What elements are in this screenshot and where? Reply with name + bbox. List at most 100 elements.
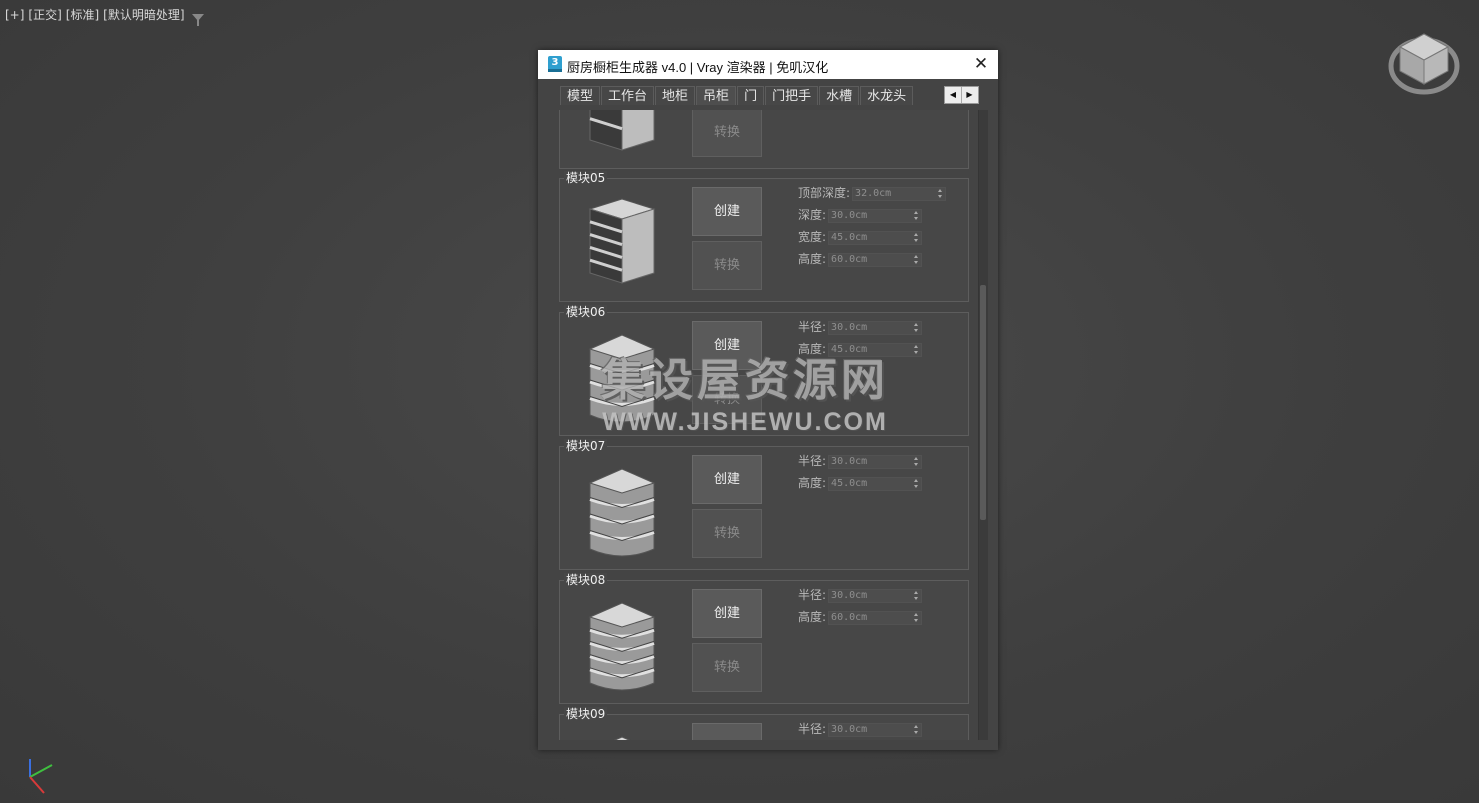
param-row: 半径: 30.0cm <box>798 587 923 609</box>
module-panel: 模块06 创建转换 半径: 30.0cm 高度: 45.0cm <box>559 305 969 436</box>
scrollbar-thumb[interactable] <box>980 285 986 520</box>
filter-icon[interactable] <box>192 14 205 26</box>
param-spinner[interactable]: 45.0cm <box>828 231 923 245</box>
spinner-arrows-icon[interactable] <box>913 456 919 468</box>
cabinet-thumbnail <box>582 195 662 291</box>
param-value[interactable]: 45.0cm <box>831 343 867 357</box>
tab-door-handle[interactable]: 门把手 <box>765 86 819 105</box>
vertical-scrollbar[interactable] <box>978 110 988 740</box>
param-row: 半径: 30.0cm <box>798 453 923 475</box>
tab-worktop[interactable]: 工作台 <box>601 86 655 105</box>
param-value[interactable]: 60.0cm <box>831 253 867 267</box>
module-list[interactable]: 创建转换高度:45.0cm模块05创建转换顶部深度:32.0cm深度:30.0c… <box>552 110 970 740</box>
param-row: 高度: 45.0cm <box>798 475 923 497</box>
create-button[interactable]: 创建 <box>692 455 762 504</box>
spinner-arrows-icon[interactable] <box>913 232 919 244</box>
spinner-arrows-icon[interactable] <box>913 322 919 334</box>
kitchen-cabinet-dialog: 3 厨房橱柜生成器 v4.0 | Vray 渲染器 | 免叽汉化 ✕ 模型 工作台… <box>538 50 998 750</box>
convert-button[interactable]: 转换 <box>692 643 762 692</box>
convert-button[interactable]: 转换 <box>692 110 762 157</box>
convert-button[interactable]: 转换 <box>692 241 762 290</box>
param-value[interactable]: 30.0cm <box>831 723 867 737</box>
param-value[interactable]: 45.0cm <box>831 231 867 245</box>
tab-scroll: ◀ ▶ <box>944 86 979 104</box>
module-panel: 模块05 创建 转换 顶部深度: 32.0cm 深度: 30.0cm 宽度: 45.0cm 高度:… <box>559 171 969 302</box>
tab-faucet[interactable]: 水龙头 <box>860 86 914 105</box>
param-value[interactable]: 30.0cm <box>831 589 867 603</box>
spinner-arrows-icon[interactable] <box>913 724 919 736</box>
spinner-arrows-icon[interactable] <box>913 590 919 602</box>
param-row: 半径: 30.0cm <box>798 721 923 740</box>
spinner-arrows-icon[interactable] <box>913 478 919 490</box>
tab-wall-cabinet[interactable]: 吊柜 <box>696 86 737 105</box>
param-label: 高度: <box>798 610 827 624</box>
param-value[interactable]: 32.0cm <box>855 187 891 201</box>
tab-sink[interactable]: 水槽 <box>819 86 860 105</box>
viewport-menu-plus[interactable]: [+] <box>5 8 24 22</box>
convert-button[interactable]: 转换 <box>692 375 762 424</box>
param-value[interactable]: 30.0cm <box>831 209 867 223</box>
param-label: 高度: <box>798 342 827 356</box>
dialog-titlebar[interactable]: 3 厨房橱柜生成器 v4.0 | Vray 渲染器 | 免叽汉化 ✕ <box>538 50 998 79</box>
module-panel: 模块09创建转换半径:30.0cm <box>559 707 969 740</box>
create-button[interactable]: 创建 <box>692 321 762 370</box>
tab-bar: 模型 工作台 地柜 吊柜门门把手 水槽 水龙头 <box>560 86 914 105</box>
param-spinner[interactable]: 45.0cm <box>828 477 923 491</box>
cabinet-thumbnail <box>582 110 662 158</box>
param-label: 半径: <box>798 722 827 736</box>
tab-model[interactable]: 模型 <box>560 86 601 105</box>
param-spinner[interactable]: 30.0cm <box>828 589 923 603</box>
spinner-arrows-icon[interactable] <box>913 612 919 624</box>
tab-door[interactable]: 门 <box>737 86 765 105</box>
param-spinner[interactable]: 60.0cm <box>828 611 923 625</box>
convert-button[interactable]: 转换 <box>692 509 762 558</box>
viewport-label[interactable]: [+] [正交] [标准] [默认明暗处理] <box>5 6 208 26</box>
app-icon: 3 <box>548 56 562 72</box>
spinner-arrows-icon[interactable] <box>937 188 943 200</box>
param-label: 半径: <box>798 454 827 468</box>
param-row: 高度: 60.0cm <box>798 609 923 631</box>
axis-tripod-icon <box>29 759 53 794</box>
param-list: 半径: 30.0cm 高度: 60.0cm <box>798 587 923 631</box>
param-spinner[interactable]: 32.0cm <box>852 187 947 201</box>
module-title: 模块06 <box>564 305 608 319</box>
param-value[interactable]: 30.0cm <box>831 321 867 335</box>
module-panel: 模块07 创建转换 半径: 30.0cm 高度: 45.0cm <box>559 439 969 570</box>
tab-scroll-left-icon[interactable]: ◀ <box>945 87 961 103</box>
module-title: 模块08 <box>564 573 608 587</box>
param-list: 半径: 30.0cm 高度: 45.0cm <box>798 453 923 497</box>
tab-scroll-right-icon[interactable]: ▶ <box>961 87 977 103</box>
param-spinner[interactable]: 60.0cm <box>828 253 923 267</box>
module-panel: 模块08 创建转换 半径: 30.0cm 高度: 60.0cm <box>559 573 969 704</box>
param-spinner[interactable]: 30.0cm <box>828 723 923 737</box>
create-button[interactable]: 创建 <box>692 187 762 236</box>
dialog-title: 厨房橱柜生成器 v4.0 | Vray 渲染器 | 免叽汉化 <box>567 60 829 75</box>
spinner-arrows-icon[interactable] <box>913 254 919 266</box>
param-spinner[interactable]: 30.0cm <box>828 209 923 223</box>
param-row: 半径: 30.0cm <box>798 319 923 341</box>
viewcube-icon[interactable] <box>1388 30 1460 96</box>
create-button[interactable]: 创建 <box>692 723 762 740</box>
viewport-menu-shading[interactable]: [默认明暗处理] <box>103 8 184 22</box>
spinner-arrows-icon[interactable] <box>913 344 919 356</box>
param-label: 顶部深度: <box>798 186 851 200</box>
param-value[interactable]: 30.0cm <box>831 455 867 469</box>
module-title: 模块07 <box>564 439 608 453</box>
viewport-menu-standard[interactable]: [标准] <box>66 8 99 22</box>
viewport-menu-projection[interactable]: [正交] <box>28 8 61 22</box>
param-label: 深度: <box>798 208 827 222</box>
param-label: 高度: <box>798 252 827 266</box>
param-value[interactable]: 60.0cm <box>831 611 867 625</box>
close-button[interactable]: ✕ <box>972 55 990 73</box>
param-spinner[interactable]: 30.0cm <box>828 455 923 469</box>
tab-base-cabinet[interactable]: 地柜 <box>655 86 696 105</box>
param-spinner[interactable]: 30.0cm <box>828 321 923 335</box>
param-spinner[interactable]: 45.0cm <box>828 343 923 357</box>
create-button[interactable]: 创建 <box>692 589 762 638</box>
module-title: 模块09 <box>564 707 608 721</box>
module-panel: 创建转换高度:45.0cm <box>559 110 969 169</box>
param-value[interactable]: 45.0cm <box>831 477 867 491</box>
spinner-arrows-icon[interactable] <box>913 210 919 222</box>
param-row: 高度: 45.0cm <box>798 341 923 363</box>
param-row: 宽度: 45.0cm <box>798 229 946 251</box>
